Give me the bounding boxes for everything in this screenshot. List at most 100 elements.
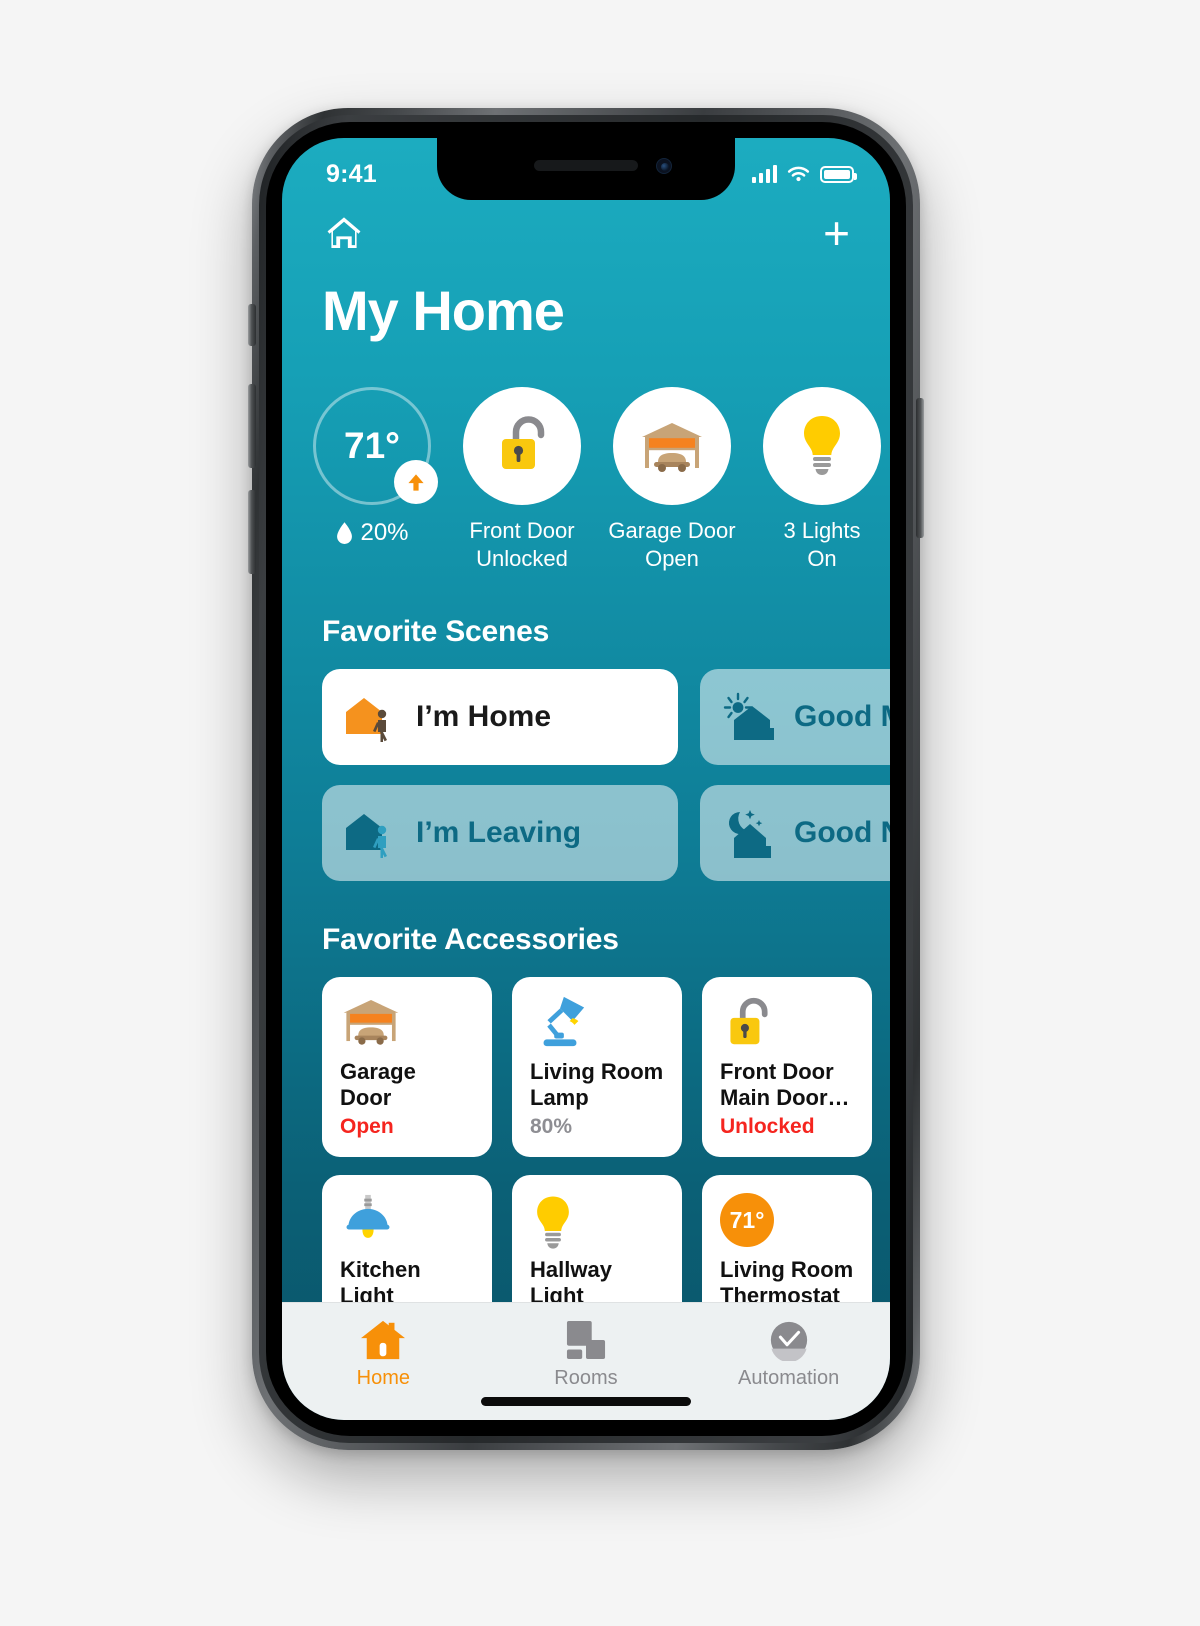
status-tile-label: Garage Door Open: [608, 517, 736, 573]
rooms-grid-icon: [496, 1315, 676, 1365]
pendant-lamp-icon: [346, 1195, 390, 1239]
thermostat-dial[interactable]: 71°: [313, 387, 438, 505]
status-bar-indicators: [752, 165, 857, 184]
tab-label: Home: [356, 1367, 410, 1389]
humidity-readout: 20%: [308, 519, 436, 547]
unlocked-padlock-icon: [502, 416, 545, 469]
home-indicator-bar[interactable]: [481, 1397, 691, 1406]
side-power-button[interactable]: [916, 398, 924, 538]
accessory-card-living-room-thermostat[interactable]: 71° Living Room Thermostat Heating to 71…: [702, 1175, 872, 1302]
accessory-card-front-door[interactable]: Front Door Main Door… Unlocked: [702, 977, 872, 1158]
accessory-icon-wrap: [340, 1193, 476, 1255]
droplet-icon: [337, 521, 353, 544]
accessory-name-line2: Light: [530, 1283, 584, 1302]
house-outline-icon[interactable]: [322, 212, 366, 254]
page-title: My Home: [322, 279, 565, 342]
scene-tile-good-morning[interactable]: Good M: [700, 669, 890, 766]
signal-bars-icon: [752, 165, 777, 183]
humidity-value: 20%: [360, 519, 409, 546]
volume-up-button[interactable]: [248, 384, 256, 468]
accessory-name-line1: Front Door: [720, 1059, 834, 1085]
accessory-card-garage-door[interactable]: Garage Door Open: [322, 977, 492, 1158]
phone-device-frame: 9:41 + My Home 71° 20% Front Door Unlock…: [248, 108, 924, 1450]
accessory-name: Front Door Main Door…: [720, 1059, 856, 1111]
screenshot-stage: 9:41 + My Home 71° 20% Front Door Unlock…: [0, 0, 1200, 1626]
accessory-icon-wrap: [530, 1193, 666, 1255]
status-label-line1: Front Door: [469, 518, 575, 543]
accessory-icon-wrap: [530, 995, 666, 1057]
tab-home[interactable]: Home: [293, 1315, 473, 1390]
home-app: + My Home 71° 20% Front Door Unlocked Ga…: [282, 138, 890, 1420]
scene-tile-im-home[interactable]: I’m Home: [322, 669, 678, 766]
volume-down-button[interactable]: [248, 490, 256, 574]
status-tile-garage-door[interactable]: Garage Door Open: [608, 387, 736, 573]
status-label-line2: On: [807, 546, 837, 572]
desk-lamp-icon: [543, 997, 585, 1047]
front-camera-icon: [656, 158, 672, 174]
thermostat-pill-icon: 71°: [720, 1193, 774, 1248]
tab-label: Automation: [738, 1367, 840, 1389]
status-label-line1: 3 Lights: [783, 518, 861, 543]
accessory-icon-wrap: [720, 995, 856, 1057]
garage-door-icon: [642, 423, 702, 472]
accessory-state: 80%: [530, 1115, 573, 1139]
favorite-accessories-heading: Favorite Accessories: [322, 923, 619, 957]
bottom-tab-bar: Home Rooms Automation: [282, 1302, 890, 1420]
scene-name: Good N: [794, 816, 890, 850]
status-tile-front-door[interactable]: Front Door Unlocked: [458, 387, 586, 573]
accessory-name: Garage Door: [340, 1059, 476, 1111]
sun-house-icon: [723, 693, 774, 741]
status-label-line2: Unlocked: [476, 546, 568, 572]
tab-rooms[interactable]: Rooms: [496, 1315, 676, 1390]
lightbulb-icon: [537, 1196, 569, 1249]
accessory-name: Kitchen Light: [340, 1257, 476, 1302]
add-accessory-button[interactable]: +: [823, 210, 850, 256]
unlocked-padlock-icon: [730, 998, 768, 1045]
clock-check-icon: [699, 1315, 879, 1365]
lock-circle[interactable]: [463, 387, 581, 505]
tab-automation[interactable]: Automation: [699, 1315, 879, 1390]
tab-label: Rooms: [554, 1367, 618, 1389]
accessory-name-line2: Lamp: [530, 1085, 589, 1111]
scene-name: I’m Leaving: [416, 816, 582, 850]
favorite-accessories-grid: Garage Door Open Living Room Lamp 80% Fr…: [282, 957, 890, 1302]
status-tile-thermostat[interactable]: 71° 20%: [308, 387, 438, 547]
status-tile-lights[interactable]: 3 Lights On: [758, 387, 886, 573]
lights-circle[interactable]: [763, 387, 881, 505]
mute-switch-button[interactable]: [248, 304, 256, 346]
accessory-name-line2: Light: [340, 1283, 394, 1302]
status-bar-clock: 9:41: [326, 159, 377, 188]
accessory-name-line2: Thermostat: [720, 1283, 840, 1302]
earpiece-speaker-icon: [534, 160, 638, 171]
accessory-name: Living Room Lamp: [530, 1059, 666, 1111]
accessory-name: Hallway Light: [530, 1257, 666, 1302]
house-solid-icon: [293, 1315, 473, 1365]
scene-tile-im-leaving[interactable]: I’m Leaving: [322, 785, 678, 882]
app-scroll-area[interactable]: + My Home 71° 20% Front Door Unlocked Ga…: [282, 138, 890, 1302]
accessory-icon-wrap: 71°: [720, 1193, 856, 1255]
accessory-state: Open: [340, 1115, 394, 1139]
moon-stars-house-icon: [728, 810, 771, 859]
favorite-scenes-grid: I’m Home Good I’m Leaving Good: [282, 649, 890, 882]
scene-tile-good-night[interactable]: Good N: [700, 785, 890, 882]
accessory-card-living-room-lamp[interactable]: Living Room Lamp 80%: [512, 977, 682, 1158]
arrow-up-icon: [394, 460, 438, 504]
wifi-icon: [787, 166, 810, 181]
accessory-card-kitchen-light[interactable]: Kitchen Light 70%: [322, 1175, 492, 1302]
accessory-name-line2: Door: [340, 1085, 392, 1111]
display-notch: [437, 138, 735, 200]
status-tiles-row[interactable]: 71° 20% Front Door Unlocked Garage Door …: [282, 343, 890, 573]
accessory-name-line1: Hallway: [530, 1257, 612, 1283]
status-tile-label: Front Door Unlocked: [458, 517, 586, 573]
thermostat-temperature: 71°: [344, 425, 400, 466]
favorite-scenes-heading: Favorite Scenes: [322, 615, 550, 649]
house-person-leaving-icon: [346, 814, 387, 859]
status-tile-label: 3 Lights On: [758, 517, 886, 573]
accessory-name-line1: Garage: [340, 1059, 416, 1085]
accessory-card-hallway-light[interactable]: Hallway Light 70%: [512, 1175, 682, 1302]
garage-door-icon: [343, 1000, 399, 1046]
status-label-line1: Garage Door: [608, 518, 736, 543]
garage-circle[interactable]: [613, 387, 731, 505]
accessory-state: Unlocked: [720, 1115, 815, 1139]
accessory-name-line1: Kitchen: [340, 1257, 421, 1283]
